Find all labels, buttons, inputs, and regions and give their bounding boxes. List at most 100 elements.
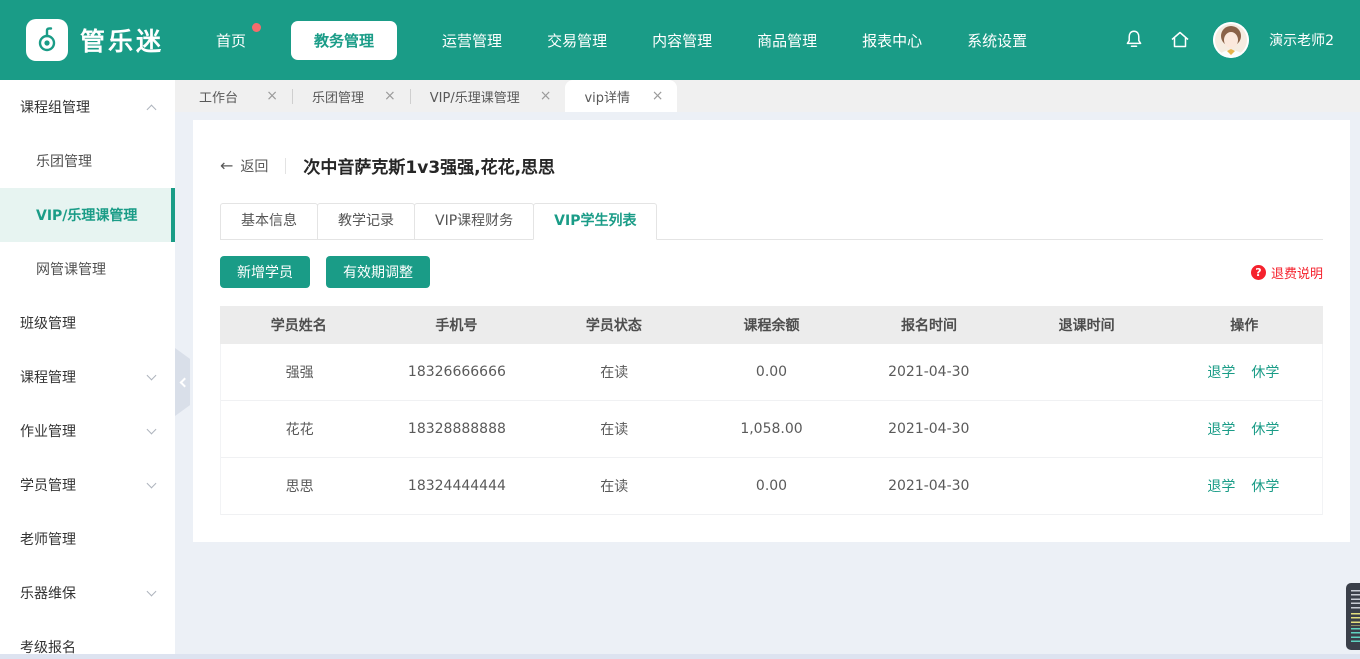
page-header-row: ← 返回 次中音萨克斯1v3强强,花花,思思 xyxy=(220,120,1323,178)
back-label: 返回 xyxy=(240,156,268,176)
suspend-link[interactable]: 休学 xyxy=(1251,476,1279,496)
table-row: 强强 18326666666 在读 0.00 2021-04-30 退学 休学 xyxy=(221,344,1322,401)
withdraw-link[interactable]: 退学 xyxy=(1207,476,1235,496)
cell-balance: 1,058.00 xyxy=(693,421,850,437)
user-avatar[interactable] xyxy=(1213,22,1249,58)
detail-card: ← 返回 次中音萨克斯1v3强强,花花,思思 基本信息 教学记录 VIP课程财务… xyxy=(193,120,1350,542)
app-logo[interactable] xyxy=(26,19,68,61)
nav-item-label: 教务管理 xyxy=(314,32,374,50)
cell-student-name: 思思 xyxy=(221,476,378,496)
nav-item-transaction-management[interactable]: 交易管理 xyxy=(547,30,607,51)
table-body: 强强 18326666666 在读 0.00 2021-04-30 退学 休学 … xyxy=(220,344,1323,515)
validity-adjust-button[interactable]: 有效期调整 xyxy=(326,256,430,288)
window-tab-band-management[interactable]: 乐团管理 × xyxy=(293,80,410,112)
close-icon[interactable]: × xyxy=(652,89,664,103)
topbar-right-group: 演示老师2 xyxy=(1121,22,1334,58)
window-tab-workbench[interactable]: 工作台 × xyxy=(180,80,292,112)
minimap-segment xyxy=(1351,628,1360,643)
sidebar-collapse-handle[interactable] xyxy=(175,348,190,416)
minimap-segment xyxy=(1351,590,1360,610)
sidebar-item-label: 乐器维保 xyxy=(20,583,76,603)
cell-phone: 18326666666 xyxy=(378,364,535,380)
cell-enroll-date: 2021-04-30 xyxy=(850,421,1007,437)
withdraw-link[interactable]: 退学 xyxy=(1207,419,1235,439)
withdraw-link[interactable]: 退学 xyxy=(1207,362,1235,382)
sidebar-item-course-management[interactable]: 课程管理 xyxy=(0,350,175,404)
sidebar-menu: 课程组管理 乐团管理 VIP/乐理课管理 网管课管理 班级管理 课程管理 作业管… xyxy=(0,80,175,654)
column-header-status: 学员状态 xyxy=(535,315,693,335)
nav-item-operations-management[interactable]: 运营管理 xyxy=(442,30,502,51)
tab-vip-student-list[interactable]: VIP学生列表 xyxy=(533,203,657,240)
music-note-icon xyxy=(32,25,62,55)
chevron-down-icon xyxy=(147,370,157,380)
sidebar-item-class-management[interactable]: 班级管理 xyxy=(0,296,175,350)
app-screen: 管乐迷 首页 教务管理 运营管理 交易管理 内容管理 商品管理 报表中心 xyxy=(0,0,1360,659)
nav-item-content-management[interactable]: 内容管理 xyxy=(652,30,712,51)
sidebar-item-homework-management[interactable]: 作业管理 xyxy=(0,404,175,458)
nav-item-home[interactable]: 首页 xyxy=(216,30,246,51)
tab-label: 教学记录 xyxy=(338,213,394,229)
nav-item-academic-management[interactable]: 教务管理 xyxy=(291,21,397,60)
cell-operations: 退学 休学 xyxy=(1165,476,1322,496)
nav-item-label: 内容管理 xyxy=(652,32,712,50)
sidebar-item-label: 班级管理 xyxy=(20,313,76,333)
sidebar-item-label: 学员管理 xyxy=(20,475,76,495)
scroll-minimap-widget[interactable] xyxy=(1346,583,1360,650)
home-icon[interactable] xyxy=(1167,27,1193,53)
window-tab-label: 乐团管理 xyxy=(312,87,364,106)
column-header-phone: 手机号 xyxy=(378,315,536,335)
table-row: 思思 18324444444 在读 0.00 2021-04-30 退学 休学 xyxy=(221,458,1322,515)
nav-item-product-management[interactable]: 商品管理 xyxy=(757,30,817,51)
cell-status: 在读 xyxy=(536,476,693,496)
suspend-link[interactable]: 休学 xyxy=(1251,419,1279,439)
nav-item-label: 报表中心 xyxy=(862,32,922,50)
tab-label: 基本信息 xyxy=(241,213,297,229)
close-icon[interactable]: × xyxy=(540,89,552,103)
top-nav-menu: 首页 教务管理 运营管理 交易管理 内容管理 商品管理 报表中心 系统设置 xyxy=(216,21,1027,60)
table-actions-row: 新增学员 有效期调整 ? 退费说明 xyxy=(220,256,1323,288)
sidebar-item-vip-course-management[interactable]: VIP/乐理课管理 xyxy=(0,188,175,242)
column-header-operations: 操作 xyxy=(1165,315,1323,335)
page-title: 次中音萨克斯1v3强强,花花,思思 xyxy=(303,153,555,178)
window-tab-label: vip详情 xyxy=(584,87,630,106)
back-button[interactable]: ← 返回 xyxy=(220,156,268,176)
nav-item-label: 交易管理 xyxy=(547,32,607,50)
horizontal-scrollbar[interactable] xyxy=(0,654,1360,659)
cell-operations: 退学 休学 xyxy=(1165,419,1322,439)
sidebar-item-course-group-management[interactable]: 课程组管理 xyxy=(0,80,175,134)
sidebar-item-teacher-management[interactable]: 老师管理 xyxy=(0,512,175,566)
refund-note-link[interactable]: ? 退费说明 xyxy=(1251,263,1323,282)
cell-enroll-date: 2021-04-30 xyxy=(850,364,1007,380)
sidebar-item-band-management[interactable]: 乐团管理 xyxy=(0,134,175,188)
top-navigation-bar: 管乐迷 首页 教务管理 运营管理 交易管理 内容管理 商品管理 报表中心 xyxy=(0,0,1360,80)
tab-basic-info[interactable]: 基本信息 xyxy=(220,203,318,240)
cell-phone: 18328888888 xyxy=(378,421,535,437)
column-header-name: 学员姓名 xyxy=(220,315,378,335)
add-student-button[interactable]: 新增学员 xyxy=(220,256,310,288)
nav-item-system-settings[interactable]: 系统设置 xyxy=(967,30,1027,51)
chevron-down-icon xyxy=(147,424,157,434)
close-icon[interactable]: × xyxy=(384,89,396,103)
sidebar-item-label: 网管课管理 xyxy=(36,259,106,279)
tab-teaching-records[interactable]: 教学记录 xyxy=(317,203,415,240)
column-header-enroll-date: 报名时间 xyxy=(850,315,1008,335)
cell-operations: 退学 休学 xyxy=(1165,362,1322,382)
chevron-up-icon xyxy=(147,104,157,114)
chevron-left-icon xyxy=(179,377,189,387)
sidebar-item-instrument-maintenance[interactable]: 乐器维保 xyxy=(0,566,175,620)
suspend-link[interactable]: 休学 xyxy=(1251,362,1279,382)
bell-icon[interactable] xyxy=(1121,27,1147,53)
header-divider xyxy=(285,158,286,174)
window-tab-vip-detail[interactable]: vip详情 × xyxy=(565,80,677,112)
table-header-row: 学员姓名 手机号 学员状态 课程余额 报名时间 退课时间 操作 xyxy=(220,306,1323,344)
cell-balance: 0.00 xyxy=(693,364,850,380)
tab-vip-course-finance[interactable]: VIP课程财务 xyxy=(414,203,534,240)
question-circle-icon: ? xyxy=(1251,265,1266,280)
user-name[interactable]: 演示老师2 xyxy=(1269,30,1334,50)
nav-item-report-center[interactable]: 报表中心 xyxy=(862,30,922,51)
sidebar-item-student-management[interactable]: 学员管理 xyxy=(0,458,175,512)
student-table: 学员姓名 手机号 学员状态 课程余额 报名时间 退课时间 操作 强强 18326… xyxy=(220,306,1323,515)
close-icon[interactable]: × xyxy=(266,89,278,103)
sidebar-item-online-course-management[interactable]: 网管课管理 xyxy=(0,242,175,296)
window-tab-vip-course-management[interactable]: VIP/乐理课管理 × xyxy=(411,80,566,112)
